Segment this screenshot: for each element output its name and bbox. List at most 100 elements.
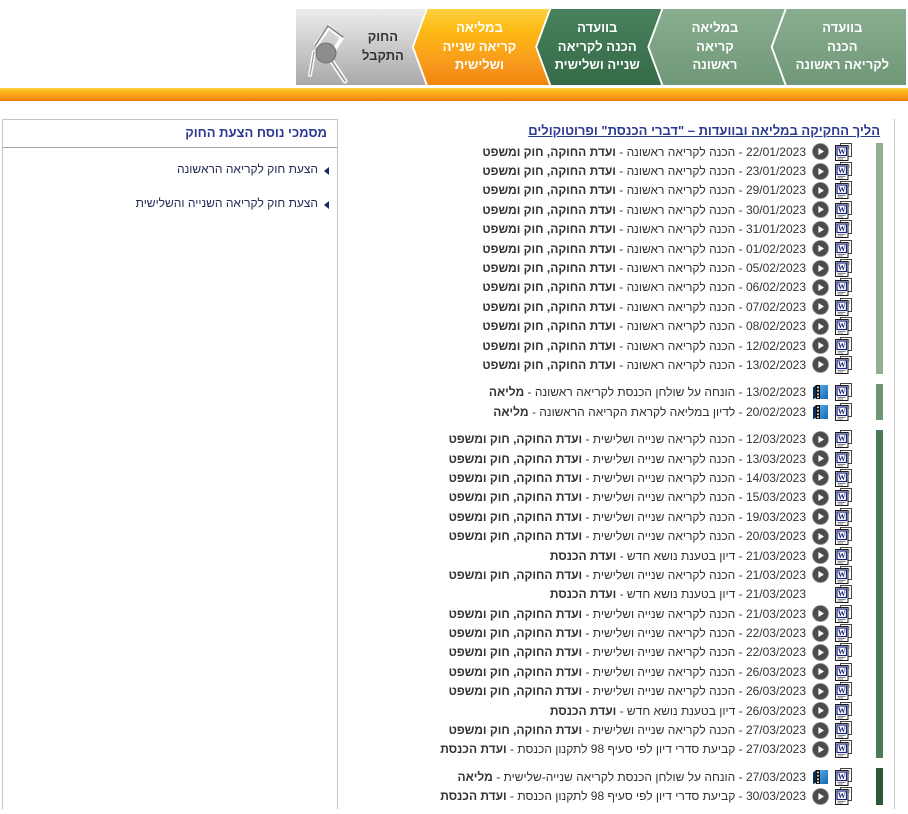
timeline-row: W 31/01/2023 - הכנה לקריאה ראשונה - ועדת… xyxy=(338,220,852,239)
word-document-icon[interactable]: W xyxy=(835,508,852,526)
row-text: 15/03/2023 - הכנה לקריאה שנייה ושלישית -… xyxy=(449,490,806,504)
row-date: 19/03/2023 xyxy=(746,510,806,524)
play-icon[interactable] xyxy=(812,220,829,238)
play-icon[interactable] xyxy=(812,143,829,161)
word-document-icon[interactable]: W xyxy=(835,403,852,421)
word-document-icon[interactable]: W xyxy=(835,547,852,565)
word-document-icon[interactable]: W xyxy=(835,488,852,506)
play-icon[interactable] xyxy=(812,740,829,758)
word-document-icon[interactable]: W xyxy=(835,278,852,296)
row-committee: ועדת החוקה, חוק ומשפט xyxy=(449,490,583,504)
timeline-row: W 22/01/2023 - הכנה לקריאה ראשונה - ועדת… xyxy=(338,142,852,161)
word-document-icon[interactable]: W xyxy=(835,768,852,786)
row-committee: ועדת החוקה, חוק ומשפט xyxy=(449,645,583,659)
video-icon[interactable] xyxy=(812,403,829,421)
row-description: - הכנה לקריאה שנייה ושלישית - xyxy=(582,471,746,485)
play-icon[interactable] xyxy=(812,488,829,506)
play-icon[interactable] xyxy=(812,787,829,805)
word-document-icon[interactable]: W xyxy=(835,201,852,219)
svg-text:W: W xyxy=(838,647,846,656)
play-icon[interactable] xyxy=(812,317,829,335)
row-description: - הכנה לקריאה שנייה ושלישית - xyxy=(582,723,746,737)
timeline-row: W 29/01/2023 - הכנה לקריאה ראשונה - ועדת… xyxy=(338,181,852,200)
word-document-icon[interactable]: W xyxy=(835,682,852,700)
word-document-icon[interactable]: W xyxy=(835,240,852,258)
word-document-icon[interactable]: W xyxy=(835,787,852,805)
play-icon[interactable] xyxy=(812,201,829,219)
play-icon[interactable] xyxy=(812,450,829,468)
play-icon[interactable] xyxy=(812,259,829,277)
word-document-icon[interactable]: W xyxy=(835,383,852,401)
row-date: 27/03/2023 xyxy=(746,723,806,737)
row-text: 30/01/2023 - הכנה לקריאה ראשונה - ועדת ה… xyxy=(482,203,806,217)
word-document-icon[interactable]: W xyxy=(835,143,852,161)
word-document-icon[interactable]: W xyxy=(835,317,852,335)
play-icon[interactable] xyxy=(812,181,829,199)
word-document-icon[interactable]: W xyxy=(835,663,852,681)
word-document-icon[interactable]: W xyxy=(835,566,852,584)
timeline-row: W 22/03/2023 - הכנה לקריאה שנייה ושלישית… xyxy=(338,623,852,642)
word-document-icon[interactable]: W xyxy=(835,721,852,739)
word-document-icon[interactable]: W xyxy=(835,259,852,277)
word-document-icon[interactable]: W xyxy=(835,181,852,199)
timeline-row: W 27/03/2023 - קביעת סדרי דיון לפי סעיף … xyxy=(338,740,852,759)
play-icon[interactable] xyxy=(812,643,829,661)
row-date: 15/03/2023 xyxy=(746,490,806,504)
play-icon[interactable] xyxy=(812,508,829,526)
word-document-icon[interactable]: W xyxy=(835,605,852,623)
word-document-icon[interactable]: W xyxy=(835,740,852,758)
play-icon[interactable] xyxy=(812,605,829,623)
play-icon[interactable] xyxy=(812,356,829,374)
svg-text:W: W xyxy=(838,454,846,463)
legislation-timeline: הליך החקיקה במליאה ובוועדות – "דברי הכנס… xyxy=(338,101,894,814)
play-icon[interactable] xyxy=(812,624,829,642)
play-icon[interactable] xyxy=(812,278,829,296)
bill-first-reading-link[interactable]: הצעת חוק לקריאה הראשונה xyxy=(3,162,329,176)
play-icon[interactable] xyxy=(812,430,829,448)
word-document-icon[interactable]: W xyxy=(835,298,852,316)
timeline-row: W 20/03/2023 - הכנה לקריאה שנייה ושלישית… xyxy=(338,526,852,545)
row-committee: ועדת החוקה, חוק ומשפט xyxy=(449,626,583,640)
row-description: - קביעת סדרי דיון לפי סעיף 98 לתקנון הכנ… xyxy=(507,789,746,803)
play-icon[interactable] xyxy=(812,162,829,180)
timeline-row: W 21/03/2023 - דיון בטענת נושא חדש - ועד… xyxy=(338,585,852,604)
word-document-icon[interactable]: W xyxy=(835,702,852,720)
word-document-icon[interactable]: W xyxy=(835,585,852,603)
row-description: - דיון בטענת נושא חדש - xyxy=(616,704,746,718)
play-icon[interactable] xyxy=(812,721,829,739)
play-icon[interactable] xyxy=(812,337,829,355)
svg-text:W: W xyxy=(838,434,846,443)
video-icon[interactable] xyxy=(812,768,829,786)
word-document-icon[interactable]: W xyxy=(835,220,852,238)
play-icon[interactable] xyxy=(812,663,829,681)
row-description: - הכנה לקריאה ראשונה - xyxy=(616,358,746,372)
timeline-row: W 08/02/2023 - הכנה לקריאה ראשונה - ועדת… xyxy=(338,317,852,336)
timeline-group-committee-first-reading: W 22/01/2023 - הכנה לקריאה ראשונה - ועדת… xyxy=(338,142,894,375)
play-icon[interactable] xyxy=(812,469,829,487)
word-document-icon[interactable]: W xyxy=(835,643,852,661)
play-icon[interactable] xyxy=(812,240,829,258)
bill-second-third-reading-link[interactable]: הצעת חוק לקריאה השנייה והשלישית xyxy=(3,196,329,210)
play-icon[interactable] xyxy=(812,527,829,545)
play-icon[interactable] xyxy=(812,566,829,584)
row-date: 20/03/2023 xyxy=(746,529,806,543)
video-icon[interactable] xyxy=(812,383,829,401)
row-text: 05/02/2023 - הכנה לקריאה ראשונה - ועדת ה… xyxy=(482,261,806,275)
play-icon[interactable] xyxy=(812,682,829,700)
word-document-icon[interactable]: W xyxy=(835,337,852,355)
row-text: 13/03/2023 - הכנה לקריאה שנייה ושלישית -… xyxy=(449,452,806,466)
word-document-icon[interactable]: W xyxy=(835,162,852,180)
play-icon[interactable] xyxy=(812,702,829,720)
word-document-icon[interactable]: W xyxy=(835,469,852,487)
word-document-icon[interactable]: W xyxy=(835,450,852,468)
row-text: 26/03/2023 - הכנה לקריאה שנייה ושלישית -… xyxy=(449,665,806,679)
word-document-icon[interactable]: W xyxy=(835,624,852,642)
play-icon[interactable] xyxy=(812,547,829,565)
svg-text:W: W xyxy=(838,407,846,416)
word-document-icon[interactable]: W xyxy=(835,527,852,545)
word-document-icon[interactable]: W xyxy=(835,430,852,448)
word-document-icon[interactable]: W xyxy=(835,356,852,374)
play-icon[interactable] xyxy=(812,298,829,316)
timeline-group-committee-second-third-reading: W 12/03/2023 - הכנה לקריאה שנייה ושלישית… xyxy=(338,429,894,759)
stage-committee-first-reading: בוועדה הכנה לקריאה ראשונה xyxy=(773,9,906,85)
